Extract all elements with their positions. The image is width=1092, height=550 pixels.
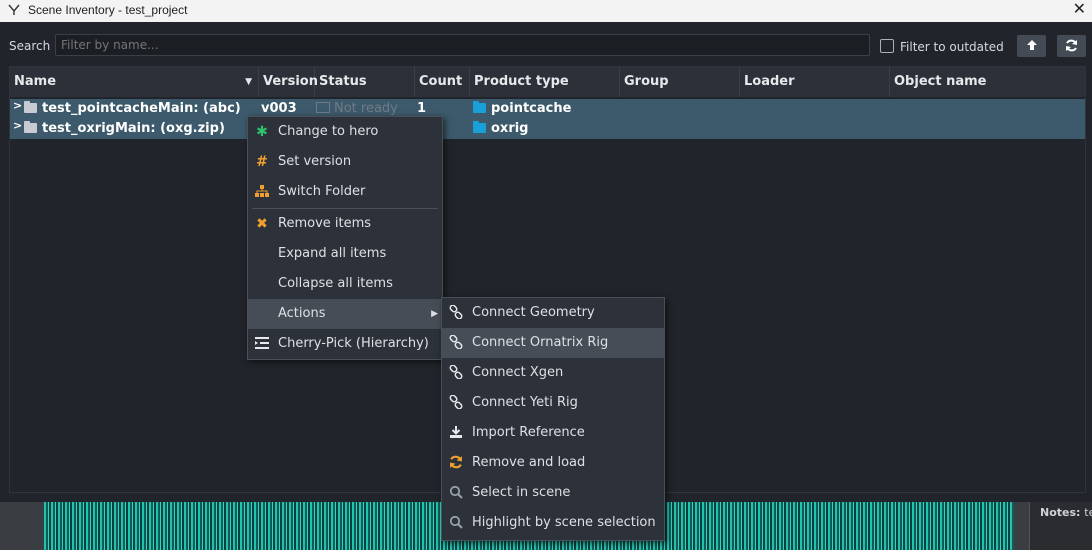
folder-icon — [473, 101, 486, 113]
x-icon: ✖ — [256, 216, 268, 232]
update-to-latest-button[interactable] — [1017, 35, 1046, 57]
link-icon — [448, 388, 464, 418]
refresh-icon — [448, 448, 464, 478]
notes-panel: Notes: tes — [1029, 502, 1092, 550]
status-icon — [316, 102, 330, 113]
app-logo-icon — [8, 4, 20, 15]
submenu-item-connect-xgen[interactable]: Connect Xgen — [442, 358, 664, 388]
row-name-cell: test_pointcacheMain: (abc) — [24, 99, 241, 119]
checkbox-icon[interactable] — [880, 39, 894, 53]
link-icon — [448, 358, 464, 388]
menu-item-actions[interactable]: Actions ▶ — [248, 299, 442, 329]
notes-label: Notes: tes — [1040, 506, 1092, 519]
close-icon[interactable]: ✕ — [1073, 0, 1086, 20]
submenu-item-highlight-by-scene-selection[interactable]: Highlight by scene selection — [442, 508, 664, 538]
table-header: Name ▼ Version Status Count Product type … — [10, 67, 1085, 97]
expand-arrow-icon[interactable]: > — [13, 99, 22, 112]
menu-item-collapse-all[interactable]: Collapse all items — [248, 269, 442, 299]
column-group-header[interactable]: Group — [620, 67, 740, 97]
hierarchy-icon — [254, 177, 270, 207]
menu-item-change-to-hero[interactable]: ✱ Change to hero — [248, 117, 442, 147]
sort-descending-icon: ▼ — [245, 77, 252, 87]
column-status-header[interactable]: Status — [315, 67, 415, 97]
submenu-item-connect-geometry[interactable]: Connect Geometry — [442, 298, 664, 328]
folder-icon — [24, 121, 37, 133]
row-product-type-cell: oxrig — [473, 119, 529, 139]
menu-item-set-version[interactable]: # Set version — [248, 147, 442, 177]
filter-outdated-checkbox[interactable]: Filter to outdated — [880, 39, 1004, 54]
table-row[interactable]: > test_pointcacheMain: (abc) v003 Not re… — [10, 99, 1085, 119]
submenu-item-import-reference[interactable]: Import Reference — [442, 418, 664, 448]
column-count-header[interactable]: Count — [415, 67, 470, 97]
menu-item-switch-folder[interactable]: Switch Folder — [248, 177, 442, 207]
column-product-type-header[interactable]: Product type — [470, 67, 620, 97]
row-product-type-cell: pointcache — [473, 99, 571, 119]
window-title: Scene Inventory - test_project — [28, 3, 188, 17]
column-loader-header[interactable]: Loader — [740, 67, 890, 97]
refresh-icon — [1066, 39, 1077, 52]
filter-outdated-label: Filter to outdated — [900, 40, 1004, 54]
column-version-header[interactable]: Version — [259, 67, 318, 97]
search-icon — [448, 508, 464, 538]
row-name-cell: test_oxrigMain: (oxg.zip) — [24, 119, 225, 139]
context-menu: ✱ Change to hero # Set version Switch Fo… — [247, 116, 443, 360]
link-icon — [448, 328, 464, 358]
hash-icon: # — [256, 154, 268, 170]
column-name-header[interactable]: Name ▼ — [10, 67, 259, 97]
arrow-up-icon — [1026, 40, 1037, 50]
submenu-arrow-icon: ▶ — [431, 309, 438, 319]
menu-item-expand-all[interactable]: Expand all items — [248, 239, 442, 269]
actions-submenu: Connect Geometry Connect Ornatrix Rig Co… — [441, 297, 665, 541]
menu-item-cherry-pick[interactable]: Cherry-Pick (Hierarchy) — [248, 329, 442, 359]
window-titlebar: Scene Inventory - test_project ✕ — [0, 0, 1092, 22]
column-object-name-header[interactable]: Object name — [890, 67, 1085, 97]
search-label: Search — [9, 39, 51, 53]
folder-icon — [473, 121, 486, 133]
indent-icon — [254, 329, 270, 359]
search-input[interactable] — [55, 34, 870, 56]
submenu-item-connect-ornatrix-rig[interactable]: Connect Ornatrix Rig — [442, 328, 664, 358]
submenu-item-select-in-scene[interactable]: Select in scene — [442, 478, 664, 508]
folder-icon — [24, 101, 37, 113]
link-icon — [448, 298, 464, 328]
submenu-item-remove-and-load[interactable]: Remove and load — [442, 448, 664, 478]
asterisk-icon: ✱ — [256, 124, 268, 140]
refresh-button[interactable] — [1057, 35, 1086, 57]
table-row[interactable]: > test_oxrigMain: (oxg.zip) oxrig — [10, 119, 1085, 139]
download-icon — [448, 418, 464, 448]
submenu-item-connect-yeti-rig[interactable]: Connect Yeti Rig — [442, 388, 664, 418]
menu-item-remove-items[interactable]: ✖ Remove items — [248, 209, 442, 239]
expand-arrow-icon[interactable]: > — [13, 119, 22, 132]
search-icon — [448, 478, 464, 508]
